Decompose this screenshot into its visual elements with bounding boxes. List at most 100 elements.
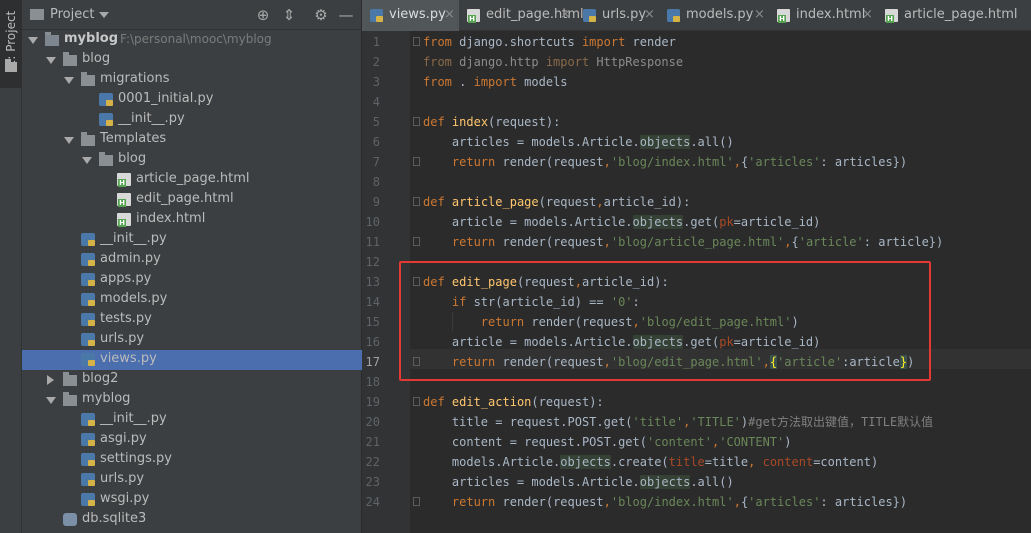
chevron-down-icon[interactable] — [46, 57, 56, 64]
line-number: 7 — [372, 155, 380, 169]
tree-item[interactable]: article_page.html — [22, 170, 362, 190]
tree-item-label: blog2 — [82, 371, 119, 386]
fold-marker-icon[interactable] — [413, 197, 420, 206]
python-file-icon — [81, 353, 95, 366]
line-number: 11 — [365, 235, 380, 249]
code-line[interactable]: from django.http import HttpResponse — [423, 52, 683, 72]
tree-item[interactable]: myblog — [22, 390, 362, 410]
line-number: 19 — [365, 395, 380, 409]
editor-tab[interactable]: urls.py × — [575, 0, 659, 31]
tree-item[interactable]: views.py — [22, 350, 362, 370]
code-line[interactable]: return render(request,'blog/index.html',… — [423, 492, 907, 512]
line-number: 12 — [365, 255, 380, 269]
tree-item-label: __init__.py — [100, 411, 167, 426]
line-number: 24 — [365, 495, 380, 509]
editor-tab[interactable]: article_page.html — [877, 0, 1031, 31]
python-file-icon — [81, 473, 95, 486]
tree-item[interactable]: myblog F:\personal\mooc\myblog — [22, 30, 362, 50]
chevron-down-icon[interactable] — [28, 37, 38, 44]
collapse-all-icon[interactable]: ⇕ — [279, 5, 299, 25]
close-icon[interactable]: × — [560, 7, 571, 22]
tree-item[interactable]: Templates — [22, 130, 362, 150]
code-line[interactable]: from . import models — [423, 72, 568, 92]
code-line[interactable]: articles = models.Article.objects.all() — [423, 472, 734, 492]
fold-marker-icon[interactable] — [413, 37, 420, 46]
code-line[interactable]: def article_page(request,article_id): — [423, 192, 690, 212]
highlight-annotation-box — [399, 261, 931, 381]
fold-marker-icon[interactable] — [413, 157, 420, 166]
code-editor[interactable]: 1 2 3 4 5 6 7 8 9 10 11 12 13 14 15 16 17 18 19 20 21 22 23 24 … — [362, 31, 1031, 533]
code-line[interactable]: from django.shortcuts import render — [423, 32, 676, 52]
close-icon[interactable]: × — [644, 7, 655, 22]
code-line[interactable]: content = request.POST.get('content','CO… — [423, 432, 792, 452]
fold-marker-icon[interactable] — [413, 117, 420, 126]
chevron-down-icon[interactable] — [99, 12, 109, 18]
gear-icon[interactable]: ⚙ — [311, 5, 331, 25]
fold-marker-icon[interactable] — [413, 497, 420, 506]
tree-item[interactable]: settings.py — [22, 450, 362, 470]
tree-item[interactable]: tests.py — [22, 310, 362, 330]
tree-item[interactable]: apps.py — [22, 270, 362, 290]
editor-tab[interactable]: edit_page.html× — [459, 0, 584, 31]
tree-item[interactable]: models.py — [22, 290, 362, 310]
editor-tab[interactable]: models.py × — [659, 0, 769, 31]
html-file-icon — [117, 213, 131, 227]
line-number: 13 — [365, 275, 380, 289]
tree-item[interactable]: __init__.py — [22, 410, 362, 430]
chevron-down-icon[interactable] — [64, 77, 74, 84]
tree-item-label: __init__.py — [118, 111, 185, 126]
code-line[interactable]: def index(request): — [423, 112, 560, 132]
tree-item[interactable]: edit_page.html — [22, 190, 362, 210]
code-line[interactable]: article = models.Article.objects.get(pk=… — [423, 212, 820, 232]
chevron-right-icon[interactable] — [47, 375, 54, 385]
project-tool-tab[interactable]: 1: Project — [0, 0, 22, 88]
code-line[interactable]: articles = models.Article.objects.all() — [423, 132, 734, 152]
close-icon[interactable]: × — [754, 7, 765, 22]
python-file-icon — [99, 113, 113, 126]
tree-item[interactable]: __init__.py — [22, 110, 362, 130]
tree-item[interactable]: migrations — [22, 70, 362, 90]
tree-item[interactable]: wsgi.py — [22, 490, 362, 510]
tree-item[interactable]: asgi.py — [22, 430, 362, 450]
tree-item[interactable]: blog2 — [22, 370, 362, 390]
tree-item-label: edit_page.html — [136, 191, 234, 206]
tree-item[interactable]: blog — [22, 150, 362, 170]
close-icon[interactable]: × — [444, 7, 455, 22]
hide-panel-icon[interactable]: — — [336, 5, 356, 25]
tree-item-label: myblog — [64, 31, 119, 46]
project-path: F:\personal\mooc\myblog — [120, 32, 272, 46]
database-icon — [63, 513, 77, 526]
code-line[interactable]: title = request.POST.get('title','TITLE'… — [423, 412, 933, 432]
close-icon[interactable]: × — [862, 7, 873, 22]
editor-tab[interactable]: views.py × — [362, 0, 459, 31]
fold-marker-icon[interactable] — [413, 397, 420, 406]
tree-item[interactable]: __init__.py — [22, 230, 362, 250]
chevron-down-icon[interactable] — [64, 137, 74, 144]
folder-icon — [45, 32, 59, 46]
tree-item[interactable]: blog — [22, 50, 362, 70]
html-file-icon — [117, 173, 131, 187]
project-view-title[interactable]: Project — [50, 7, 94, 22]
tree-item[interactable]: index.html — [22, 210, 362, 230]
tree-item[interactable]: db.sqlite3 — [22, 510, 362, 530]
editor-tab[interactable]: index.html× — [769, 0, 877, 31]
chevron-down-icon[interactable] — [46, 397, 56, 404]
code-line[interactable]: return render(request,'blog/index.html',… — [423, 152, 907, 172]
code-line[interactable]: def edit_action(request): — [423, 392, 604, 412]
editor-tabs: views.py×edit_page.html×urls.py×models.p… — [362, 0, 1031, 31]
tree-item[interactable]: urls.py — [22, 330, 362, 350]
code-line[interactable]: return render(request,'blog/article_page… — [423, 232, 943, 252]
tree-item[interactable]: urls.py — [22, 470, 362, 490]
tree-item-label: views.py — [100, 351, 157, 366]
tree-item[interactable]: admin.py — [22, 250, 362, 270]
tree-item[interactable]: 0001_initial.py — [22, 90, 362, 110]
fold-marker-icon[interactable] — [413, 237, 420, 246]
code-line[interactable]: models.Article.objects.create(title=titl… — [423, 452, 878, 472]
chevron-down-icon[interactable] — [82, 157, 92, 164]
tree-item-label: index.html — [136, 211, 206, 226]
folder-icon — [63, 52, 77, 66]
folder-icon — [5, 59, 17, 72]
line-number: 8 — [372, 175, 380, 189]
locate-file-icon[interactable]: ⊕ — [253, 5, 273, 25]
line-number: 15 — [365, 315, 380, 329]
